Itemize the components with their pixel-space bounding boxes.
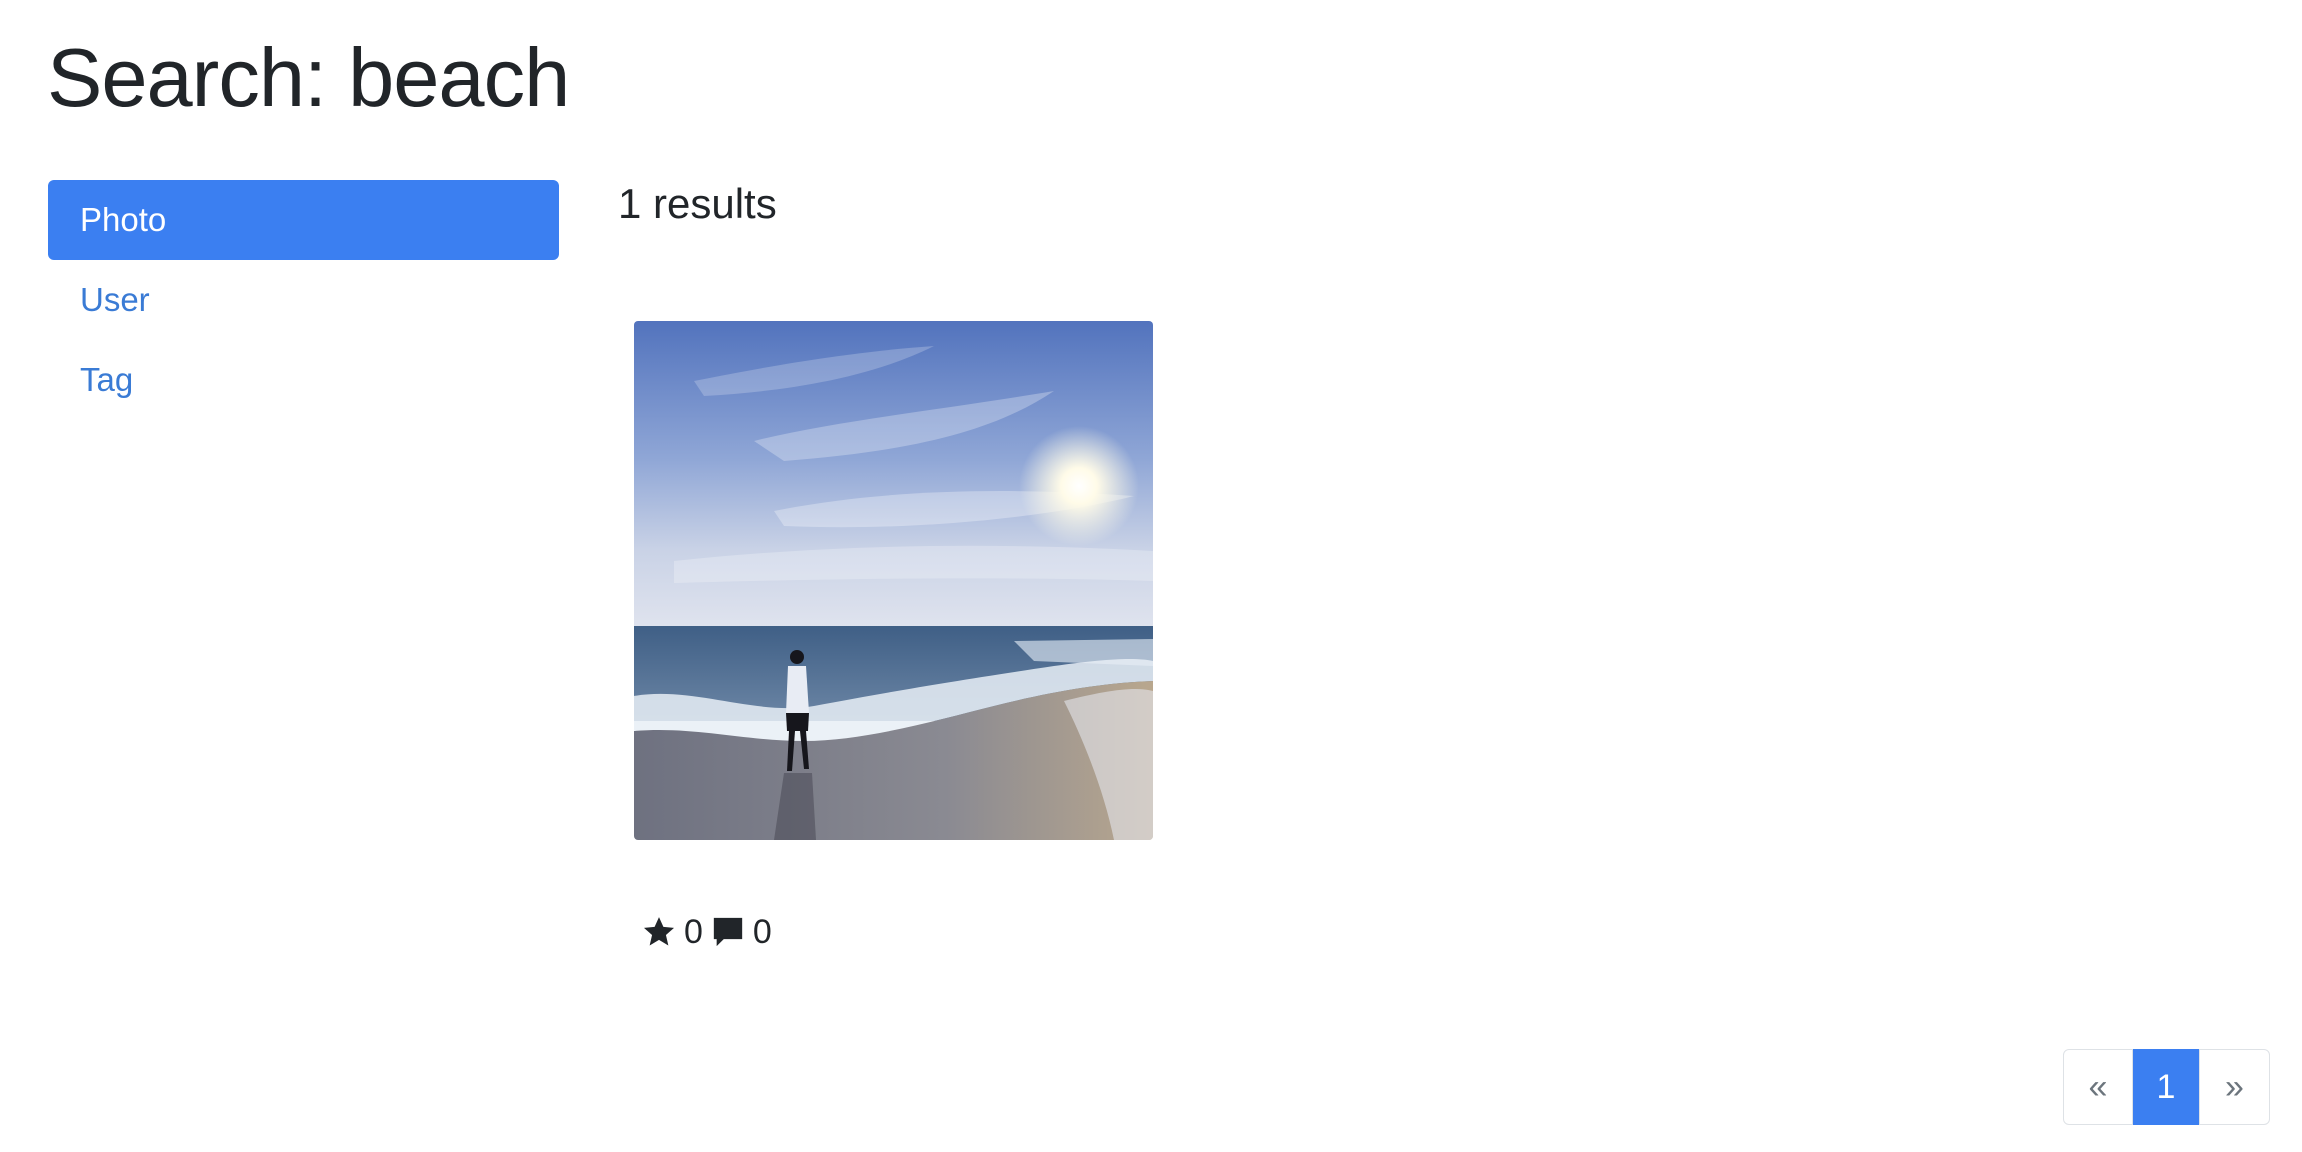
pagination-page-1[interactable]: 1	[2133, 1049, 2199, 1125]
nav-item-tag[interactable]: Tag	[48, 340, 559, 420]
star-icon	[643, 917, 675, 946]
star-count: 0	[684, 912, 703, 951]
search-category-nav: Photo User Tag	[48, 180, 559, 420]
pagination-prev-button[interactable]: «	[2063, 1049, 2133, 1125]
photo-result-card	[634, 321, 1153, 840]
search-page: Search: beach Photo User Tag 1 results 0…	[0, 0, 2302, 1152]
comment-icon	[713, 917, 743, 947]
results-count: 1 results	[618, 180, 777, 227]
page-title: Search: beach	[47, 31, 570, 124]
photo-stats: 0 0	[642, 910, 780, 954]
photo-thumbnail[interactable]	[634, 321, 1153, 840]
pagination-next-button[interactable]: »	[2199, 1049, 2270, 1125]
nav-item-photo[interactable]: Photo	[48, 180, 559, 260]
pagination: « 1 »	[2063, 1049, 2270, 1125]
comment-count: 0	[752, 912, 772, 951]
nav-item-user[interactable]: User	[48, 260, 559, 340]
